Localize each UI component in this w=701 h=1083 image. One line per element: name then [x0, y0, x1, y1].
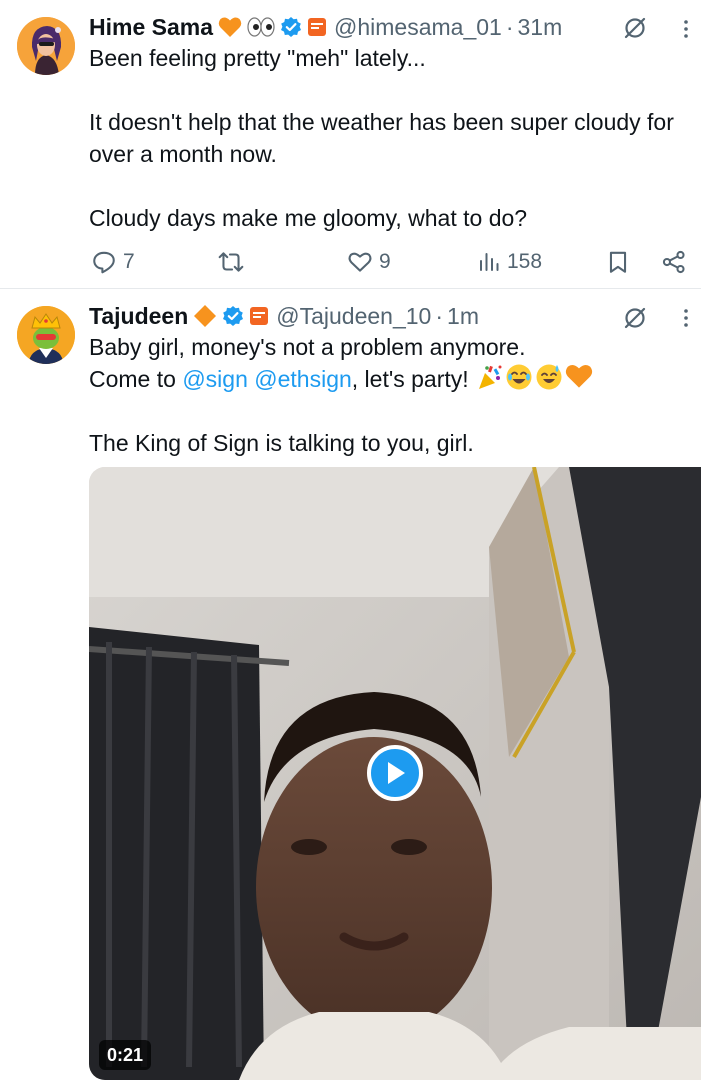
separator-dot: · — [435, 302, 444, 329]
laughing-emoji — [506, 364, 532, 390]
orange-heart-emoji — [218, 16, 242, 38]
author-name[interactable]: Hime Sama — [89, 14, 213, 41]
reply-icon — [93, 251, 115, 274]
timestamp[interactable]: 31m — [518, 14, 563, 41]
tweet-text-line: Been feeling pretty "meh" lately... — [89, 45, 426, 71]
bookmark-button[interactable] — [605, 245, 631, 279]
sweat-smile-emoji — [536, 364, 562, 390]
more-options-icon[interactable] — [677, 306, 695, 330]
reply-count: 7 — [123, 250, 135, 273]
more-options-icon[interactable] — [677, 17, 695, 41]
tweet-text-line: Cloudy days make me gloomy, what to do? — [89, 205, 528, 231]
tweet-text-line: The King of Sign is talking to you, girl… — [89, 430, 474, 456]
share-button[interactable] — [661, 245, 687, 279]
tweet-header: Tajudeen @Tajudeen_10 · 1m — [89, 301, 611, 331]
mention-link[interactable]: @sign — [182, 366, 248, 392]
tweet-actions: 7 9 158 — [89, 245, 689, 279]
text-fragment: Come to — [89, 366, 183, 392]
emoji-row — [475, 363, 593, 391]
repost-button[interactable] — [217, 245, 251, 279]
orange-diamond-emoji — [193, 304, 217, 328]
tweet-text: Baby girl, money's not a problem anymore… — [89, 331, 683, 459]
play-button[interactable] — [367, 745, 423, 801]
tweet-text: Been feeling pretty "meh" lately... It d… — [89, 42, 683, 234]
tweet-header: Hime Sama @himesama_01 · 31m — [89, 12, 611, 42]
tweet[interactable]: Tajudeen @Tajudeen_10 · 1m Baby girl, mo… — [0, 290, 701, 1083]
orange-heart-emoji — [565, 364, 593, 388]
author-handle[interactable]: @Tajudeen_10 — [276, 303, 431, 330]
grok-icon[interactable] — [621, 304, 649, 332]
grok-icon[interactable] — [621, 14, 649, 42]
tweet[interactable]: Hime Sama @himesama_01 · 31m Been feelin… — [0, 0, 701, 289]
mention-link[interactable]: @ethsign — [254, 366, 352, 392]
timestamp[interactable]: 1m — [447, 303, 479, 330]
video-player[interactable]: 0:21 — [89, 467, 701, 1080]
verified-badge-icon[interactable] — [280, 16, 302, 38]
tweet-text-line: It doesn't help that the weather has bee… — [89, 109, 674, 167]
view-count: 158 — [507, 250, 543, 273]
like-count: 9 — [379, 250, 391, 273]
repost-icon — [218, 252, 244, 272]
share-icon — [662, 250, 685, 274]
play-icon — [388, 762, 405, 784]
reply-button[interactable]: 7 — [91, 245, 135, 279]
author-name[interactable]: Tajudeen — [89, 303, 188, 330]
tweet-text-line: Baby girl, money's not a problem anymore… — [89, 334, 526, 360]
sign-affiliate-badge-icon[interactable] — [307, 17, 327, 37]
author-handle[interactable]: @himesama_01 — [334, 14, 502, 41]
confetti-emoji — [479, 365, 502, 389]
heart-icon — [348, 252, 372, 272]
video-duration-badge: 0:21 — [99, 1040, 152, 1070]
views-icon — [480, 253, 499, 271]
separator-dot: · — [505, 13, 514, 40]
text-fragment: , let's party! — [351, 366, 476, 392]
like-button[interactable]: 9 — [347, 245, 391, 279]
avatar-illustration — [17, 17, 75, 75]
sign-affiliate-badge-icon[interactable] — [249, 306, 269, 326]
tweet-text-line: Come to @sign @ethsign, let's party! — [89, 363, 683, 395]
avatar[interactable] — [17, 17, 75, 75]
verified-badge-icon[interactable] — [222, 305, 244, 327]
avatar[interactable] — [17, 306, 75, 364]
views-button[interactable]: 158 — [477, 245, 542, 279]
eyes-emoji — [247, 17, 275, 37]
bookmark-icon — [609, 251, 627, 273]
avatar-illustration — [17, 306, 75, 364]
